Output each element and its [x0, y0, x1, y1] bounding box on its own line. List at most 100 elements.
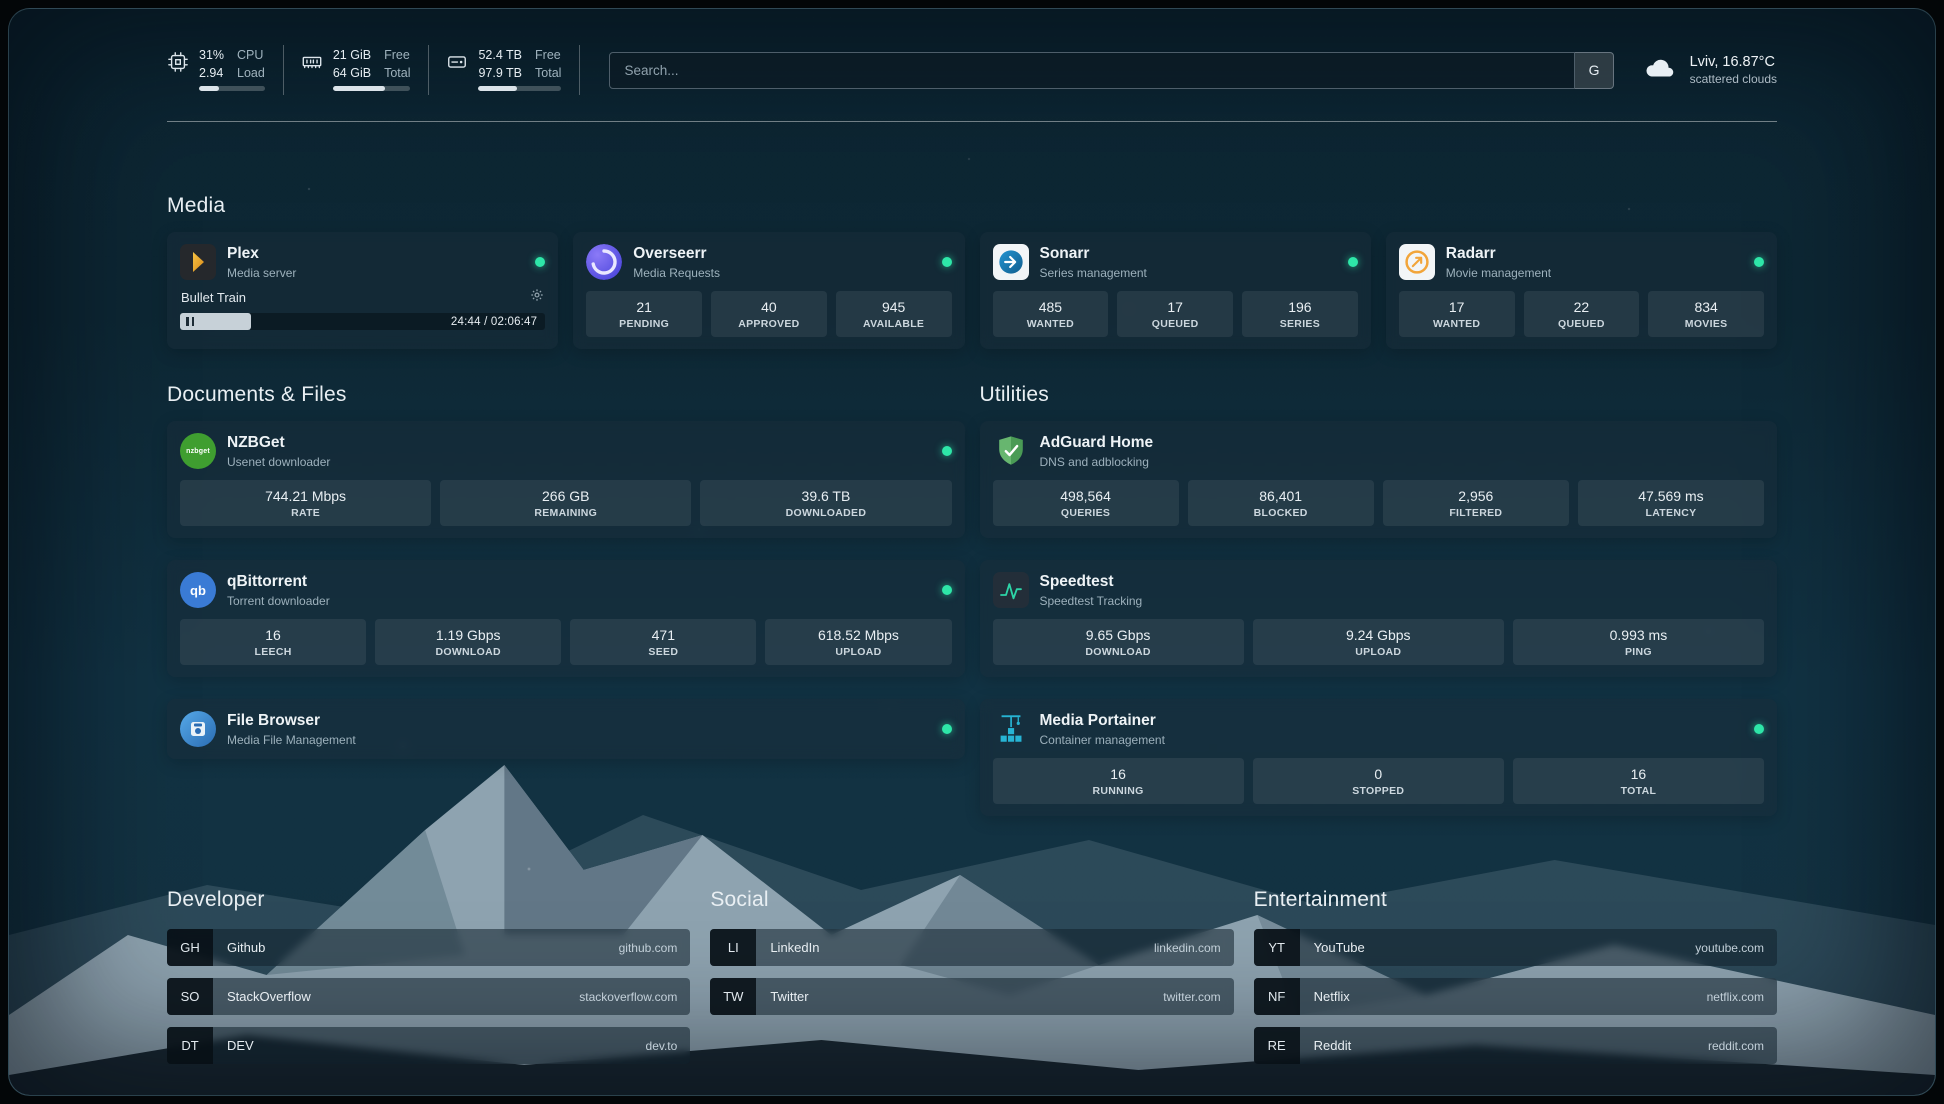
- bookmark-name: Twitter: [756, 978, 808, 1015]
- disk-widget: 52.4 TB Free 97.9 TB Total: [446, 45, 580, 95]
- bookmark-name: Netflix: [1300, 978, 1350, 1015]
- stat-value: 1.19 Gbps: [379, 627, 557, 643]
- disk-progress-track: [478, 86, 561, 91]
- stat-latency: 47.569 msLATENCY: [1578, 480, 1764, 526]
- adguard-icon: [993, 433, 1029, 469]
- filebrowser-icon: [180, 711, 216, 747]
- service-card-overseerr[interactable]: Overseerr Media Requests 21PENDING 40 APP…: [573, 232, 964, 349]
- playback-progress-fill: [180, 313, 251, 330]
- stat-movies: 834MOVIES: [1648, 291, 1764, 337]
- service-subtitle: Media server: [227, 267, 296, 279]
- service-card-plex[interactable]: Plex Media server Bullet Train: [167, 232, 558, 349]
- service-card-sonarr[interactable]: Sonarr Series management 485WANTED 17QUE…: [980, 232, 1371, 349]
- stat-available: 945AVAILABLE: [836, 291, 952, 337]
- bookmark-netflix[interactable]: NF Netflix netflix.com: [1254, 978, 1777, 1015]
- bookmark-abbr: YT: [1254, 929, 1300, 966]
- stat-download: 9.65 GbpsDOWNLOAD: [993, 619, 1244, 665]
- disk-icon: [446, 47, 468, 91]
- stat-label: APPROVED: [715, 318, 823, 330]
- stat-label: UPLOAD: [769, 646, 947, 658]
- bookmark-github[interactable]: GH Github github.com: [167, 929, 690, 966]
- gear-icon[interactable]: [530, 288, 544, 307]
- service-name: Overseerr: [633, 245, 720, 264]
- memory-total-label: Total: [384, 65, 410, 82]
- weather-widget[interactable]: Lviv, 16.87°C scattered clouds: [1642, 54, 1777, 86]
- service-name: qBittorrent: [227, 573, 330, 592]
- service-subtitle: Series management: [1040, 267, 1147, 279]
- stat-remaining: 266 GBREMAINING: [440, 480, 691, 526]
- search-bar: G: [609, 52, 1613, 89]
- bookmark-name: Reddit: [1300, 1027, 1352, 1064]
- memory-progress-fill: [333, 86, 385, 91]
- service-card-filebrowser[interactable]: File Browser Media File Management: [167, 699, 965, 759]
- memory-icon: [301, 47, 323, 91]
- stat-label: MOVIES: [1652, 318, 1760, 330]
- stat-value: 0.993 ms: [1517, 627, 1760, 643]
- bookmark-url: twitter.com: [1163, 978, 1233, 1015]
- playback-progress-bar[interactable]: 24:44 / 02:06:47: [180, 313, 545, 330]
- pause-icon[interactable]: [186, 317, 194, 326]
- search-provider-button[interactable]: G: [1574, 52, 1614, 89]
- bookmark-name: YouTube: [1300, 929, 1365, 966]
- cpu-load-label: Load: [237, 65, 265, 82]
- search-input[interactable]: [609, 52, 1613, 89]
- stat-label: QUEUED: [1121, 318, 1229, 330]
- cpu-load-value: 2.94: [199, 65, 224, 82]
- stat-value: 485: [997, 299, 1105, 315]
- cpu-usage-value: 31%: [199, 47, 224, 64]
- service-card-speedtest[interactable]: Speedtest Speedtest Tracking 9.65 GbpsDO…: [980, 560, 1778, 677]
- disk-free-label: Free: [535, 47, 561, 64]
- service-subtitle: Media Requests: [633, 267, 720, 279]
- service-card-portainer[interactable]: Media Portainer Container management 16R…: [980, 699, 1778, 816]
- stat-queries: 498,564QUERIES: [993, 480, 1179, 526]
- bookmark-url: dev.to: [646, 1027, 691, 1064]
- bookmark-linkedin[interactable]: LI LinkedIn linkedin.com: [710, 929, 1233, 966]
- stat-stopped: 0STOPPED: [1253, 758, 1504, 804]
- bookmark-abbr: RE: [1254, 1027, 1300, 1064]
- overseerr-icon: [586, 244, 622, 280]
- stat-value: 40: [715, 299, 823, 315]
- bookmark-dev[interactable]: DT DEV dev.to: [167, 1027, 690, 1064]
- stat-ping: 0.993 msPING: [1513, 619, 1764, 665]
- service-card-adguard[interactable]: AdGuard Home DNS and adblocking 498,564Q…: [980, 421, 1778, 538]
- bookmark-abbr: DT: [167, 1027, 213, 1064]
- service-name: Sonarr: [1040, 245, 1147, 264]
- bookmark-twitter[interactable]: TW Twitter twitter.com: [710, 978, 1233, 1015]
- status-dot: [942, 585, 952, 595]
- disk-progress-fill: [478, 86, 516, 91]
- stat-pending: 21PENDING: [586, 291, 702, 337]
- service-card-nzbget[interactable]: nzbget NZBGet Usenet downloader 744.21 M…: [167, 421, 965, 538]
- stat-leech: 16LEECH: [180, 619, 366, 665]
- stat-download: 1.19 GbpsDOWNLOAD: [375, 619, 561, 665]
- bookmark-youtube[interactable]: YT YouTube youtube.com: [1254, 929, 1777, 966]
- stat-value: 17: [1403, 299, 1511, 315]
- section-title-developer: Developer: [167, 888, 690, 912]
- cpu-icon: [167, 47, 189, 91]
- stat-wanted: 17WANTED: [1399, 291, 1515, 337]
- stat-series: 196SERIES: [1242, 291, 1358, 337]
- service-card-qbittorrent[interactable]: qb qBittorrent Torrent downloader 16LEEC…: [167, 560, 965, 677]
- stat-label: SEED: [574, 646, 752, 658]
- status-dot: [1754, 724, 1764, 734]
- section-title-social: Social: [710, 888, 1233, 912]
- stat-value: 744.21 Mbps: [184, 488, 427, 504]
- stat-value: 39.6 TB: [704, 488, 947, 504]
- section-title-media: Media: [167, 194, 1777, 218]
- stat-upload: 618.52 MbpsUPLOAD: [765, 619, 951, 665]
- bookmark-url: linkedin.com: [1154, 929, 1234, 966]
- service-card-radarr[interactable]: Radarr Movie management 17WANTED 22QUEUE…: [1386, 232, 1777, 349]
- portainer-icon: [993, 711, 1029, 747]
- bookmark-abbr: GH: [167, 929, 213, 966]
- bookmark-url: reddit.com: [1708, 1027, 1777, 1064]
- stat-label: BLOCKED: [1192, 507, 1370, 519]
- service-name: NZBGet: [227, 434, 330, 453]
- radarr-icon: [1399, 244, 1435, 280]
- bookmark-stackoverflow[interactable]: SO StackOverflow stackoverflow.com: [167, 978, 690, 1015]
- bookmark-url: netflix.com: [1707, 978, 1777, 1015]
- stat-label: RATE: [184, 507, 427, 519]
- weather-condition: scattered clouds: [1690, 72, 1777, 86]
- qbittorrent-icon: qb: [180, 572, 216, 608]
- bookmark-reddit[interactable]: RE Reddit reddit.com: [1254, 1027, 1777, 1064]
- status-dot: [1348, 257, 1358, 267]
- stat-downloaded: 39.6 TBDOWNLOADED: [700, 480, 951, 526]
